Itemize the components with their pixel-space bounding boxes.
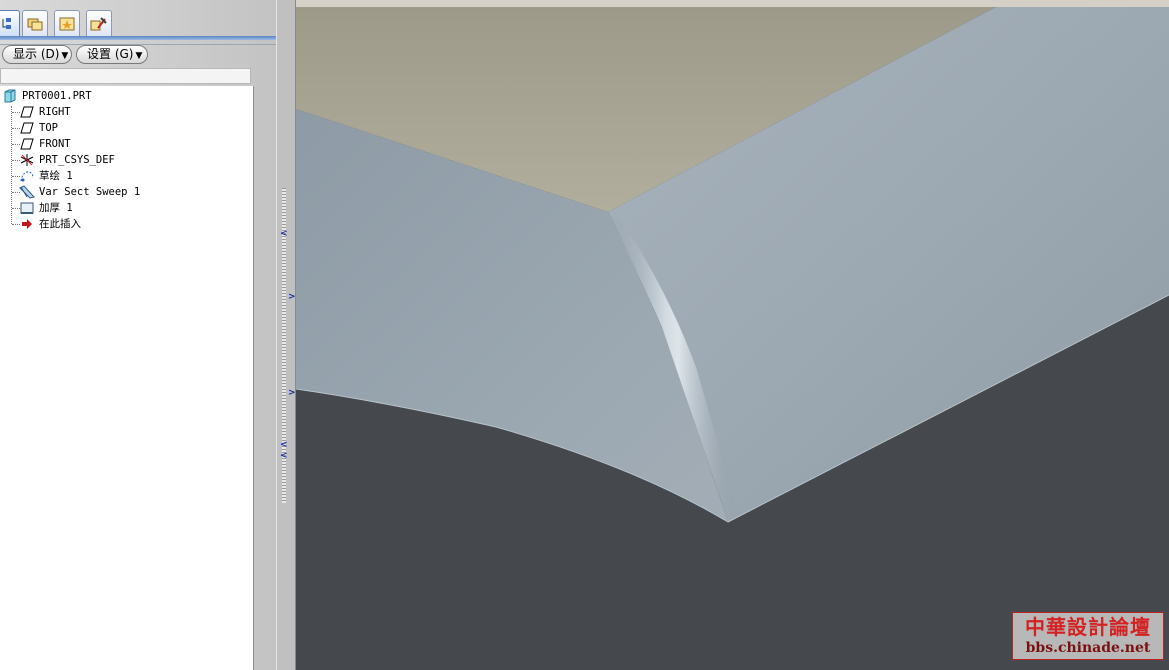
tree-item-label: FRONT xyxy=(39,138,71,150)
panel-splitter[interactable]: < > > < < xyxy=(276,0,296,670)
collapse-left-arrow-icon[interactable]: < xyxy=(280,229,288,239)
watermark-url: bbs.chinade.net xyxy=(1025,640,1151,656)
thicken-icon xyxy=(20,202,34,214)
expand-right-arrow-icon[interactable]: > xyxy=(288,388,296,398)
tab-underline xyxy=(0,36,276,40)
navigator-panel: 显示 (D) ▼ 设置 (G) ▼ PRT0001.PRT RIGHT TOP FR… xyxy=(0,0,276,670)
connections-tools-icon xyxy=(90,16,107,30)
part-icon xyxy=(4,89,16,103)
settings-menu-button[interactable]: 设置 (G) ▼ xyxy=(76,45,148,64)
folder-browser-icon xyxy=(27,18,43,30)
datum-plane-icon xyxy=(20,138,34,150)
graphics-window[interactable] xyxy=(296,7,1169,670)
tree-item-label: Var Sect Sweep 1 xyxy=(39,186,141,198)
insert-here-arrow-icon xyxy=(22,219,32,229)
collapse-left-arrow-icon[interactable]: < xyxy=(280,440,288,450)
tree-item-label: 草绘 1 xyxy=(39,170,73,182)
expand-right-arrow-icon[interactable]: > xyxy=(288,292,296,302)
coordinate-system-icon xyxy=(20,154,34,166)
display-menu-button[interactable]: 显示 (D) ▼ xyxy=(2,45,72,64)
navigator-tabs xyxy=(0,8,276,38)
tree-item-label: TOP xyxy=(39,122,58,134)
tree-item-label: PRT0001.PRT xyxy=(22,90,92,102)
sketch-icon xyxy=(20,171,34,182)
tree-item-insert-here[interactable]: 在此插入 xyxy=(19,216,81,232)
tree-item-front[interactable]: FRONT xyxy=(19,136,71,152)
tree-item-label: 在此插入 xyxy=(39,218,81,230)
model-3d-view xyxy=(296,7,1169,670)
tree-connector xyxy=(11,106,12,224)
tree-item-top[interactable]: TOP xyxy=(19,120,58,136)
variable-section-sweep-icon xyxy=(19,185,35,199)
tree-item-part[interactable]: PRT0001.PRT xyxy=(2,88,92,104)
collapse-left-arrow-icon[interactable]: < xyxy=(280,451,288,461)
tab-model-tree[interactable] xyxy=(0,10,20,36)
tree-item-sketch[interactable]: 草绘 1 xyxy=(19,168,73,184)
tab-connections[interactable] xyxy=(86,10,112,36)
tree-item-thicken[interactable]: 加厚 1 xyxy=(19,200,73,216)
tree-item-label: RIGHT xyxy=(39,106,71,118)
settings-menu-label: 设置 (G) xyxy=(87,47,134,61)
tree-item-csys[interactable]: PRT_CSYS_DEF xyxy=(19,152,115,168)
tree-item-var-sect-sweep[interactable]: Var Sect Sweep 1 xyxy=(19,184,140,200)
dropdown-arrow-icon: ▼ xyxy=(61,51,69,61)
dropdown-arrow-icon: ▼ xyxy=(135,51,143,61)
tree-item-right[interactable]: RIGHT xyxy=(19,104,71,120)
tab-folder-browser[interactable] xyxy=(22,10,48,36)
tab-favorites[interactable] xyxy=(54,10,80,36)
favorites-icon xyxy=(59,17,75,30)
display-menu-label: 显示 (D) xyxy=(13,47,60,61)
watermark-logo: 中華設計論壇 bbs.chinade.net xyxy=(1012,612,1164,660)
watermark-title: 中華設計論壇 xyxy=(1025,615,1151,639)
tree-item-label: 加厚 1 xyxy=(39,202,73,214)
tree-filter-field[interactable] xyxy=(0,68,251,84)
datum-plane-icon xyxy=(20,106,34,118)
tree-item-label: PRT_CSYS_DEF xyxy=(39,154,115,166)
datum-plane-icon xyxy=(20,122,34,134)
model-tree-icon xyxy=(2,17,11,29)
